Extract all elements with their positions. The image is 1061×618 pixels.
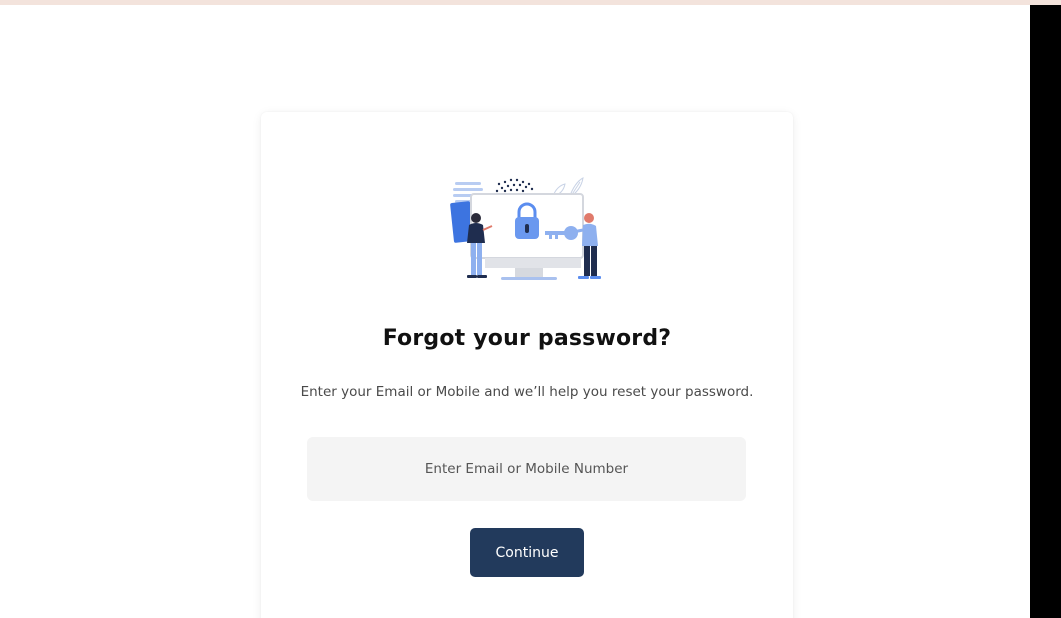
decor-dots-icon <box>495 178 534 193</box>
reset-password-card: Forgot your password? Enter your Email o… <box>261 112 793 618</box>
page-subtitle: Enter your Email or Mobile and we’ll hel… <box>300 384 754 400</box>
reset-password-illustration <box>450 177 601 280</box>
continue-button[interactable]: Continue <box>470 528 584 577</box>
email-or-mobile-input[interactable] <box>307 437 746 501</box>
right-edge-bar <box>1030 5 1061 618</box>
page-title: Forgot your password? <box>382 326 672 351</box>
